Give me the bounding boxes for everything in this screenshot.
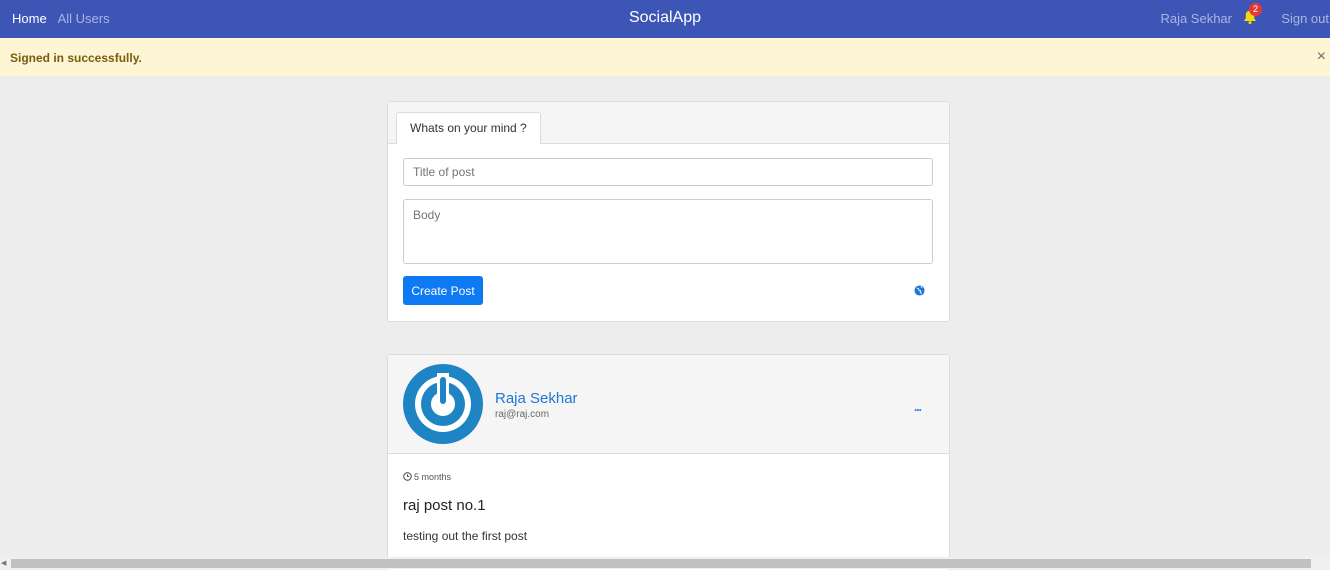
close-icon[interactable]: × [1317, 48, 1326, 66]
nav-user-name[interactable]: Raja Sekhar [1160, 11, 1232, 26]
sign-out-link[interactable]: Sign out [1281, 11, 1329, 26]
alert-message: Signed in successfully. [10, 51, 142, 65]
post-body: testing out the first post [403, 529, 528, 543]
scroll-left-icon[interactable]: ◀ [1, 559, 6, 567]
flash-alert: Signed in successfully. × [0, 38, 1330, 76]
tab-whats-on-your-mind[interactable]: Whats on your mind ? [396, 112, 541, 145]
post-header: Raja Sekhar raj@raj.com ... [388, 355, 949, 454]
scrollbar-thumb[interactable] [11, 559, 1311, 568]
power-icon[interactable] [403, 364, 483, 444]
compose-card: Whats on your mind ? Create Post [387, 101, 950, 322]
post-author-email: raj@raj.com [495, 409, 550, 420]
post-card: Raja Sekhar raj@raj.com ... 5 months raj… [387, 354, 950, 570]
globe-icon[interactable] [914, 285, 925, 296]
post-timestamp: 5 months [403, 472, 451, 482]
more-icon[interactable]: ... [914, 400, 922, 414]
brand-title[interactable]: SocialApp [0, 9, 1330, 27]
post-body-input[interactable] [403, 199, 933, 264]
horizontal-scrollbar[interactable]: ◀ [0, 557, 1330, 569]
post-title: raj post no.1 [403, 497, 486, 514]
post-time-text: 5 months [414, 472, 452, 482]
clock-icon [403, 472, 412, 481]
post-title-input[interactable] [403, 158, 933, 186]
notification-badge: 2 [1249, 3, 1262, 16]
create-post-button[interactable]: Create Post [403, 276, 483, 305]
compose-header: Whats on your mind ? [388, 102, 949, 145]
post-author-name[interactable]: Raja Sekhar [495, 390, 578, 407]
navbar: Home All Users SocialApp Raja Sekhar 2 S… [0, 0, 1330, 38]
